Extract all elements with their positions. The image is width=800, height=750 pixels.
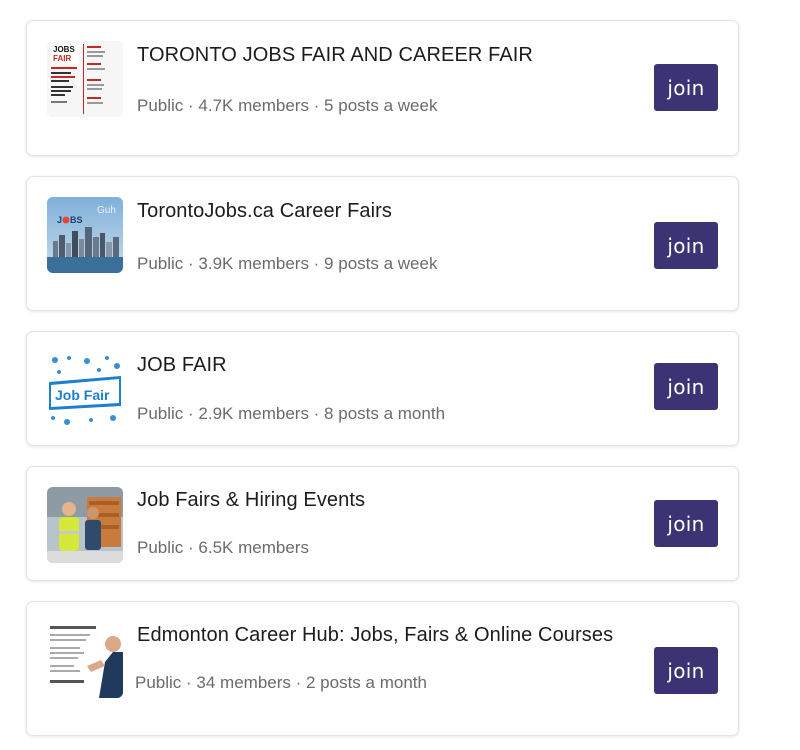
group-meta: Public · 34 members · 2 posts a month (135, 673, 427, 692)
group-meta: Public · 3.9K members · 9 posts a week (137, 254, 438, 273)
career-hub-flyer-icon[interactable] (47, 622, 123, 698)
group-title[interactable]: TORONTO JOBS FAIR AND CAREER FAIR (137, 44, 533, 67)
group-title[interactable]: TorontoJobs.ca Career Fairs (137, 200, 392, 223)
jobs-fair-poster-icon[interactable]: JOBS FAIR (47, 41, 123, 117)
join-button[interactable]: join (654, 500, 718, 547)
warehouse-workers-icon[interactable] (47, 487, 123, 563)
group-card[interactable]: JOBS FAIR TORONTO JOBS FAIR AND CAREER F… (26, 20, 739, 156)
group-card[interactable]: J BS Guh TorontoJobs.ca Career Fairs Pub… (26, 176, 739, 311)
group-title[interactable]: Edmonton Career Hub: Jobs, Fairs & Onlin… (137, 624, 613, 647)
group-list: JOBS FAIR TORONTO JOBS FAIR AND CAREER F… (0, 0, 800, 750)
join-button[interactable]: join (654, 64, 718, 111)
group-card[interactable]: Edmonton Career Hub: Jobs, Fairs & Onlin… (26, 601, 739, 736)
svg-text:FAIR: FAIR (53, 54, 71, 63)
group-meta: Public · 2.9K members · 8 posts a month (137, 404, 446, 423)
group-meta: Public · 6.5K members (137, 538, 309, 557)
toronto-skyline-icon[interactable]: J BS Guh (47, 197, 123, 273)
job-fair-sign-icon[interactable]: Job Fair (47, 352, 123, 428)
svg-text:Job Fair: Job Fair (55, 387, 110, 403)
svg-text:JOBS: JOBS (53, 45, 75, 54)
join-button[interactable]: join (654, 222, 718, 269)
join-button[interactable]: join (654, 363, 718, 410)
group-meta: Public · 4.7K members · 5 posts a week (137, 96, 438, 115)
group-card[interactable]: Job Fairs & Hiring Events Public · 6.5K … (26, 466, 739, 581)
group-title[interactable]: Job Fairs & Hiring Events (137, 489, 365, 512)
svg-text:Guh: Guh (97, 205, 116, 216)
group-title[interactable]: JOB FAIR (137, 354, 227, 377)
join-button[interactable]: join (654, 647, 718, 694)
group-card[interactable]: Job Fair JOB FAIR Public · 2.9K members … (26, 331, 739, 446)
svg-text:BS: BS (70, 215, 83, 225)
svg-text:J: J (57, 215, 62, 225)
